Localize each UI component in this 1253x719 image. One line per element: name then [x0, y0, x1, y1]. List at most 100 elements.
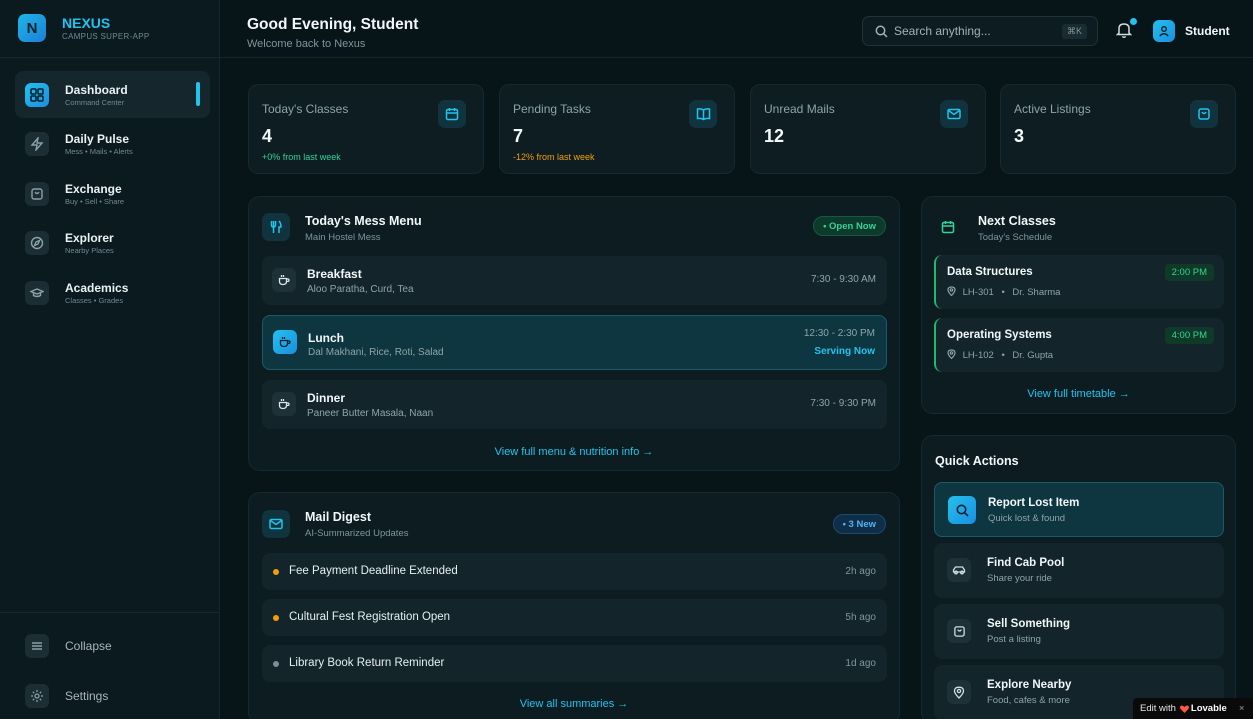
user-name: Student — [1185, 24, 1230, 38]
class-row[interactable]: Operating Systems LH-102 • Dr. Gupta 4:0… — [934, 318, 1224, 372]
map-pin-icon — [947, 680, 971, 704]
calendar-icon — [438, 100, 466, 128]
class-professor: Dr. Sharma — [1012, 287, 1061, 298]
gear-icon — [25, 684, 49, 708]
mail-subject: Library Book Return Reminder — [289, 657, 445, 669]
sidebar-item-sub: Mess • Mails • Alerts — [65, 147, 133, 156]
mail-subject: Cultural Fest Registration Open — [289, 611, 451, 623]
view-menu-link[interactable]: View full menu & nutrition info → — [249, 446, 899, 458]
quick-action-title: Explore Nearby — [987, 679, 1072, 691]
separator: • — [1001, 287, 1005, 298]
notifications-button[interactable] — [1116, 18, 1137, 41]
menu-icon — [25, 634, 49, 658]
view-timetable-link[interactable]: View full timetable → — [922, 388, 1235, 400]
stat-card-mails[interactable]: Unread Mails 12 — [750, 84, 986, 174]
book-open-icon — [689, 100, 717, 128]
collapse-button[interactable]: Collapse — [25, 634, 112, 658]
mail-item[interactable]: Fee Payment Deadline Extended 2h ago — [262, 553, 887, 590]
page-title: Good Evening, Student — [247, 16, 419, 33]
mail-subject: Fee Payment Deadline Extended — [289, 565, 458, 577]
stat-label: Active Listings — [1014, 102, 1091, 116]
sidebar-item-sub: Nearby Places — [65, 246, 114, 255]
edit-with-lovable-badge[interactable]: Edit with Lovable × — [1133, 698, 1253, 719]
class-name: Operating Systems — [947, 329, 1052, 341]
view-summaries-link[interactable]: View all summaries → — [249, 698, 899, 710]
coffee-cup-icon — [272, 268, 296, 292]
mail-icon — [262, 510, 290, 538]
panel-title: Today's Mess Menu — [305, 214, 422, 228]
class-row[interactable]: Data Structures LH-301 • Dr. Sharma 2:00… — [934, 255, 1224, 309]
stat-value: 7 — [513, 126, 524, 146]
class-meta: LH-102 • Dr. Gupta — [947, 349, 1053, 361]
stat-value: 3 — [1014, 126, 1025, 146]
stat-label: Unread Mails — [764, 102, 835, 116]
sidebar-item-exchange[interactable]: Exchange Buy • Sell • Share — [15, 170, 210, 217]
lightning-icon — [25, 132, 49, 156]
coffee-cup-icon — [273, 330, 297, 354]
next-classes-panel: Next Classes Today's Schedule Data Struc… — [921, 196, 1236, 414]
meal-row-dinner[interactable]: Dinner Paneer Butter Masala, Naan 7:30 -… — [262, 380, 887, 429]
quick-action-subtitle: Share your ride — [987, 573, 1052, 584]
class-name: Data Structures — [947, 266, 1033, 278]
keyboard-shortcut: ⌘K — [1061, 24, 1087, 39]
search-input[interactable] — [894, 24, 1044, 38]
new-count-badge: • 3 New — [832, 514, 886, 534]
quick-action-report-lost[interactable]: Report Lost Item Quick lost & found — [934, 482, 1224, 537]
class-meta: LH-301 • Dr. Sharma — [947, 286, 1060, 298]
priority-dot — [273, 615, 279, 621]
sidebar-item-academics[interactable]: Academics Classes • Grades — [15, 269, 210, 316]
dashboard-grid-icon — [25, 82, 49, 107]
mail-time: 2h ago — [845, 566, 876, 577]
graduation-cap-icon — [25, 280, 49, 305]
mail-item[interactable]: Cultural Fest Registration Open 5h ago — [262, 599, 887, 636]
sidebar-item-daily-pulse[interactable]: Daily Pulse Mess • Mails • Alerts — [15, 121, 210, 168]
meal-row-breakfast[interactable]: Breakfast Aloo Paratha, Curd, Tea 7:30 -… — [262, 256, 887, 305]
sidebar-item-explorer[interactable]: Explorer Nearby Places — [15, 220, 210, 267]
notification-dot — [1130, 18, 1137, 25]
sidebar-item-sub: Buy • Sell • Share — [65, 196, 125, 206]
collapse-label: Collapse — [65, 639, 112, 653]
settings-button[interactable]: Settings — [25, 684, 108, 708]
mail-time: 1d ago — [845, 658, 876, 669]
sidebar-item-label: Explorer — [65, 231, 114, 245]
map-pin-icon — [947, 286, 956, 296]
sidebar-item-sub: Classes • Grades — [65, 295, 124, 305]
sidebar-divider — [0, 612, 220, 613]
quick-action-sell[interactable]: Sell Something Post a listing — [934, 604, 1224, 659]
sidebar-item-label: Daily Pulse — [65, 132, 130, 146]
meal-items: Paneer Butter Masala, Naan — [307, 408, 434, 419]
user-menu[interactable]: Student — [1153, 20, 1230, 42]
separator: • — [1001, 350, 1005, 361]
user-icon — [1153, 20, 1175, 42]
mail-item[interactable]: Library Book Return Reminder 1d ago — [262, 645, 887, 682]
stat-card-listings[interactable]: Active Listings 3 — [1000, 84, 1236, 174]
quick-action-cab-pool[interactable]: Find Cab Pool Share your ride — [934, 543, 1224, 598]
calendar-icon — [934, 213, 962, 241]
mail-time: 5h ago — [845, 612, 876, 623]
shopping-bag-icon — [1190, 100, 1218, 128]
sidebar-item-dashboard[interactable]: Dashboard Command Center — [15, 71, 210, 118]
meal-items: Dal Makhani, Rice, Roti, Salad — [308, 347, 444, 358]
fork-knife-icon — [262, 213, 290, 241]
sidebar: N NEXUS CAMPUS SUPER-APP Dashboard Comma… — [0, 0, 220, 719]
search-icon — [948, 496, 976, 524]
close-icon[interactable]: × — [1239, 703, 1245, 714]
sidebar-nav: Dashboard Command Center Daily Pulse Mes… — [15, 71, 210, 319]
stat-card-tasks[interactable]: Pending Tasks 7 -12% from last week — [499, 84, 735, 174]
stat-value: 12 — [764, 126, 785, 146]
stat-card-classes[interactable]: Today's Classes 4 +0% from last week — [248, 84, 484, 174]
priority-dot — [273, 569, 279, 575]
class-time: 2:00 PM — [1164, 264, 1214, 281]
sidebar-divider — [0, 57, 220, 58]
panel-subtitle: AI-Summarized Updates — [305, 528, 409, 539]
panel-title: Quick Actions — [935, 454, 1019, 468]
class-room: LH-102 — [962, 350, 994, 361]
search-box[interactable]: ⌘K — [862, 16, 1098, 46]
quick-action-subtitle: Quick lost & found — [988, 513, 1066, 524]
priority-dot — [273, 661, 279, 667]
meal-row-lunch[interactable]: Lunch Dal Makhani, Rice, Roti, Salad 12:… — [262, 315, 887, 370]
badge-prefix: Edit with — [1140, 703, 1176, 714]
stat-value: 4 — [262, 126, 273, 146]
brand[interactable]: N NEXUS CAMPUS SUPER-APP — [18, 14, 149, 42]
mail-icon — [940, 100, 968, 128]
